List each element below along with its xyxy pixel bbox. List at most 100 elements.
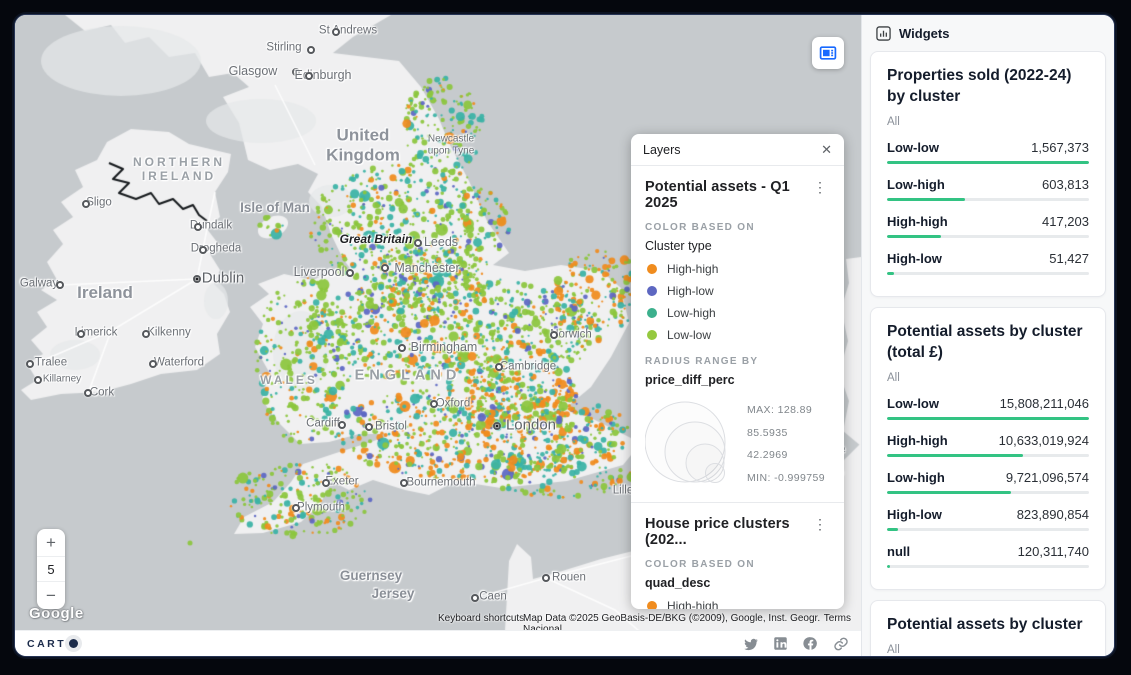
split-panel-icon [819,44,837,62]
radius-legend: MAX: 128.8985.593542.2969MIN: -0.999759 [645,396,830,492]
row-bar-fill [887,235,941,238]
radius-field-name: price_diff_perc [645,373,830,387]
widget-card: Properties sold (2022-24) by cluster All L… [870,51,1106,297]
row-value: 15,808,211,046 [1000,396,1089,411]
widget-row[interactable]: Low-low15,808,211,046 [887,396,1089,420]
widget-row[interactable]: High-low51,427 [887,251,1089,275]
footer-bar: CART [15,630,861,656]
linkedin-icon[interactable] [773,636,788,651]
radius-value: 42.2969 [747,449,825,461]
widget-row[interactable]: Low-high603,813 [887,177,1089,201]
legend-label: High-high [667,262,718,276]
close-icon[interactable]: ✕ [821,142,832,158]
legend-color-dot [647,264,657,274]
row-bar-track [887,161,1089,164]
color-based-on-field: quad_desc [645,576,830,590]
widget-filter-label: All [887,644,1089,656]
row-value: 9,721,096,574 [1006,470,1089,485]
legend-label: Low-high [667,306,716,320]
row-bar-track [887,235,1089,238]
widgets-icon [876,26,891,41]
attribution: Keyboard shortcuts Map Data ©2025 GeoBas… [15,613,861,627]
terms-link[interactable]: Terms [824,613,851,624]
widget-row[interactable]: null 120,311,740 [887,544,1089,568]
row-value: 603,813 [1042,177,1089,192]
map-data-attribution: Map Data ©2025 GeoBasis-DE/BKG (©2009), … [523,613,861,630]
legend-color-dot [647,601,657,609]
row-bar-track [887,272,1089,275]
widget-filter-label: All [887,372,1089,384]
map[interactable]: St AndrewsStirlingGlasgowEdinburghUnited… [15,15,861,630]
radius-value: MAX: 128.89 [747,404,825,416]
widget-filter-label: All [887,116,1089,128]
legend-item: Low-high [647,306,830,320]
radius-circles-icon [645,396,741,492]
layer-section: Potential assets - Q1 2025⋮ COLOR BASED O… [631,166,844,502]
widgets-title: Widgets [899,26,949,41]
zoom-out-button[interactable]: − [37,582,65,609]
row-label: High-high [887,433,948,448]
legend-color-dot [647,308,657,318]
layers-panel-title: Layers [643,143,681,157]
widget-card: Potential assets by clusterAll [870,600,1106,656]
map-view-toggle-button[interactable] [812,37,844,69]
row-bar-fill [887,198,965,201]
row-bar-fill [887,565,890,568]
zoom-level: 5 [37,556,65,582]
layer-title: House price clusters (202... [645,516,810,548]
widget-row[interactable]: High-low 823,890,854 [887,507,1089,531]
link-icon[interactable] [833,636,849,652]
color-based-on-label: COLOR BASED ON [645,222,830,233]
widget-title: Potential assets by cluster (total £) [887,322,1089,364]
widget-title: Properties sold (2022-24) by cluster [887,66,1089,108]
row-value: 823,890,854 [1017,507,1089,522]
row-label: null [887,544,910,559]
radius-value: 85.5935 [747,427,825,439]
row-bar-track [887,565,1089,568]
carto-logo: CART [27,635,82,652]
row-bar-track [887,528,1089,531]
color-based-on-field: Cluster type [645,239,830,253]
keyboard-shortcuts-link[interactable]: Keyboard shortcuts [438,613,524,624]
row-bar-track [887,198,1089,201]
row-bar-fill [887,454,1023,457]
row-value: 10,633,019,924 [999,433,1089,448]
row-bar-track [887,417,1089,420]
twitter-icon[interactable] [743,636,758,651]
widget-row[interactable]: High-high417,203 [887,214,1089,238]
row-value: 1,567,373 [1031,140,1089,155]
widget-row[interactable]: High-high 10,633,019,924 [887,433,1089,457]
widgets-list: Properties sold (2022-24) by cluster All L… [862,51,1114,656]
carto-logo-o [65,635,82,652]
row-label: Low-low [887,140,939,155]
layer-menu-icon[interactable]: ⋮ [810,516,830,532]
layer-menu-icon[interactable]: ⋮ [810,179,830,195]
widgets-sidebar: Widgets Properties sold (2022-24) by clu… [861,15,1114,656]
row-label: High-low [887,507,942,522]
row-label: High-low [887,251,942,266]
widget-card: Potential assets by cluster (total £) All… [870,307,1106,590]
legend-label: Low-low [667,328,711,342]
main-area: St AndrewsStirlingGlasgowEdinburghUnited… [15,15,861,656]
row-label: Low-high [887,470,945,485]
legend-color-dot [647,330,657,340]
widget-row[interactable]: Low-low 1,567,373 [887,140,1089,164]
radius-range-label: RADIUS RANGE BY [645,356,830,367]
color-based-on-label: COLOR BASED ON [645,559,830,570]
row-bar-fill [887,417,1089,420]
widget-row[interactable]: Low-high 9,721,096,574 [887,470,1089,494]
row-label: High-high [887,214,948,229]
layer-title: Potential assets - Q1 2025 [645,179,810,211]
legend-label: High-high [667,599,718,609]
legend-item: High-low [647,284,830,298]
social-links [743,636,849,652]
layers-panel-header: Layers ✕ [631,134,844,166]
facebook-icon[interactable] [803,636,818,651]
row-bar-track [887,491,1089,494]
carto-logo-text: CART [27,638,66,650]
layers-panel-body: Potential assets - Q1 2025⋮COLOR BASED O… [631,166,844,609]
legend-label: High-low [667,284,714,298]
legend-item: High-high [647,262,830,276]
row-value: 120,311,740 [1018,544,1089,559]
zoom-in-button[interactable]: + [37,529,65,556]
